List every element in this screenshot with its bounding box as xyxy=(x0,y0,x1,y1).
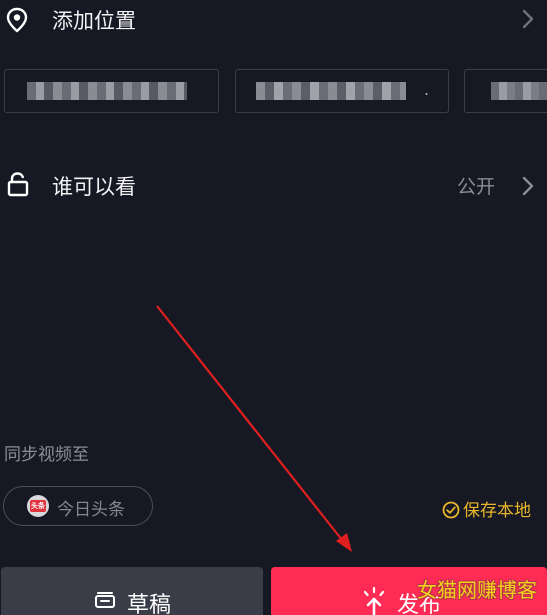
unlock-icon xyxy=(6,171,30,201)
save-local-label: 保存本地 xyxy=(463,501,531,521)
who-can-see-label: 谁可以看 xyxy=(52,175,136,199)
chip-dot: . xyxy=(424,80,430,99)
publish-settings-screen: 添加位置 ░░░░░░░░░░░ ░░░░░░░░░░░. . ░░░░ 谁可以… xyxy=(0,0,547,615)
toutiao-label: 今日头条 xyxy=(57,500,125,520)
toutiao-logo: 头条 xyxy=(27,495,49,517)
pixelated-text xyxy=(27,82,187,100)
chevron-right-icon xyxy=(521,175,535,201)
publish-sparkle-icon xyxy=(360,586,388,615)
check-circle-icon xyxy=(442,501,460,524)
chevron-right-icon xyxy=(521,8,535,34)
add-location-row[interactable]: 添加位置 xyxy=(0,0,547,40)
who-can-see-row[interactable]: 谁可以看 公开 xyxy=(0,163,547,207)
location-suggestion-chip[interactable]: ░░░░░░░░░░░. . xyxy=(235,69,449,113)
watermark-text: 女猫网赚博客 xyxy=(417,578,537,602)
pixelated-text xyxy=(491,82,547,100)
draft-box-icon xyxy=(94,591,116,613)
location-suggestion-chip[interactable]: ░░░░░░░░░░░ xyxy=(4,69,219,113)
draft-label: 草稿 xyxy=(127,593,172,615)
sync-toutiao-toggle[interactable]: 头条 今日头条 xyxy=(3,486,153,526)
draft-button[interactable]: 草稿 xyxy=(1,567,263,615)
pixelated-text xyxy=(256,82,406,100)
sync-video-title: 同步视频至 xyxy=(4,445,89,465)
location-suggestion-chip[interactable]: ░░░░ xyxy=(464,69,547,113)
save-local-toggle[interactable]: 保存本地 xyxy=(442,496,531,524)
location-pin-icon xyxy=(6,7,28,37)
add-location-label: 添加位置 xyxy=(52,9,136,33)
privacy-value: 公开 xyxy=(456,176,495,198)
